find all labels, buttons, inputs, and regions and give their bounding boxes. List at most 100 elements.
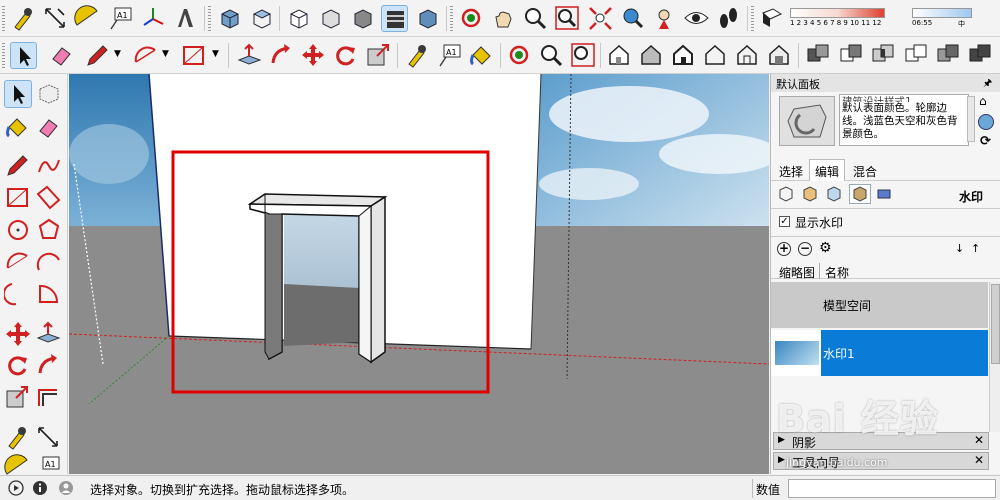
tape-measure-icon[interactable] (404, 42, 431, 69)
style-update-icon[interactable] (978, 114, 994, 130)
protractor-icon[interactable] (74, 5, 101, 32)
push-pull-icon[interactable] (236, 42, 263, 69)
zoom-icon[interactable] (538, 42, 565, 69)
two-point-arc-icon[interactable] (35, 248, 63, 276)
watermark-settings-gear-icon[interactable]: ⚙ (819, 240, 832, 256)
push-pull-icon[interactable] (35, 320, 63, 348)
rectangle-icon[interactable] (4, 184, 32, 212)
top-view-icon[interactable] (248, 5, 275, 32)
move-down-icon[interactable]: ↓ (955, 242, 964, 255)
watermark-row-model-space[interactable]: 模型空间 (771, 282, 988, 328)
previous-view-icon[interactable] (619, 5, 646, 32)
close-icon[interactable]: ✕ (974, 433, 984, 447)
paint-bucket-icon[interactable] (468, 42, 495, 69)
toolbar-grip[interactable] (2, 6, 5, 31)
position-camera-icon[interactable] (651, 5, 678, 32)
house-top-icon[interactable] (638, 42, 665, 69)
house-outline-icon[interactable] (702, 42, 729, 69)
zoom-window-icon[interactable] (554, 5, 581, 32)
modeling-settings-icon[interactable] (875, 185, 893, 203)
look-around-icon[interactable] (683, 5, 710, 32)
left-view-icon[interactable] (381, 5, 408, 32)
house-section-icon[interactable] (766, 42, 793, 69)
rotate-icon[interactable] (332, 42, 359, 69)
back-view-icon[interactable] (349, 5, 376, 32)
select-icon[interactable] (4, 80, 32, 108)
circle-icon[interactable] (4, 216, 32, 244)
solid-subtract-icon[interactable] (838, 42, 865, 69)
description-scrollbar[interactable] (967, 96, 975, 142)
toolbar-grip[interactable] (2, 43, 5, 68)
select-icon[interactable] (10, 42, 37, 69)
solid-union-icon[interactable] (805, 42, 832, 69)
home-icon[interactable]: ⌂ (979, 94, 987, 108)
eraser-icon[interactable] (48, 42, 75, 69)
scale-icon[interactable] (365, 42, 392, 69)
solid-split-icon[interactable] (935, 42, 962, 69)
move-icon[interactable] (300, 42, 327, 69)
user-account-icon[interactable] (58, 480, 74, 496)
chevron-down-icon[interactable]: ▼ (212, 49, 219, 59)
background-settings-icon[interactable] (825, 185, 843, 203)
watermark-row-1[interactable]: 水印1 (771, 330, 988, 376)
pin-icon[interactable]: 🖈 (983, 76, 992, 93)
follow-me-icon[interactable] (268, 42, 295, 69)
close-icon[interactable]: ✕ (974, 453, 984, 467)
rotated-rectangle-icon[interactable] (35, 184, 63, 212)
bottom-view-icon[interactable] (414, 5, 441, 32)
refresh-icon[interactable]: ⟳ (980, 134, 991, 149)
solid-intersect-icon[interactable] (870, 42, 897, 69)
watermark-settings-icon[interactable] (851, 185, 869, 203)
text-icon[interactable]: A1 (436, 42, 463, 69)
eraser-icon[interactable] (35, 114, 63, 142)
pie-icon[interactable] (35, 280, 63, 308)
geolocation-icon[interactable] (8, 480, 24, 496)
measurement-input[interactable] (788, 479, 996, 498)
pencil-icon[interactable] (84, 42, 111, 69)
arc-icon[interactable] (4, 248, 32, 276)
right-view-icon[interactable] (317, 5, 344, 32)
shadow-time-slider[interactable] (912, 8, 972, 18)
rectangle-icon[interactable] (180, 42, 207, 69)
move-icon[interactable] (4, 320, 32, 348)
tape-measure-icon[interactable] (4, 424, 32, 452)
house-iso-icon[interactable] (606, 42, 633, 69)
house-back-icon[interactable] (734, 42, 761, 69)
pencil-icon[interactable] (4, 152, 32, 180)
orbit-icon[interactable] (506, 42, 533, 69)
zoom-icon[interactable] (522, 5, 549, 32)
make-component-icon[interactable] (35, 80, 63, 108)
offset-icon[interactable] (35, 384, 63, 412)
tape-measure-icon[interactable] (10, 5, 37, 32)
dimension-icon[interactable] (42, 5, 69, 32)
3d-text-icon[interactable] (172, 5, 199, 32)
orbit-icon[interactable] (458, 5, 485, 32)
tab-select[interactable]: 选择 (779, 163, 803, 180)
house-front-icon[interactable] (670, 42, 697, 69)
solid-trim-icon[interactable] (903, 42, 930, 69)
move-up-icon[interactable]: ↑ (971, 242, 980, 255)
polygon-icon[interactable] (35, 216, 63, 244)
rotate-icon[interactable] (4, 352, 32, 380)
watermark-list-scrollbar[interactable] (989, 282, 1000, 432)
add-watermark-icon[interactable]: + (777, 242, 791, 256)
chevron-down-icon[interactable]: ▼ (162, 49, 169, 59)
tab-edit[interactable]: 编辑 (815, 163, 839, 180)
axes-icon[interactable] (140, 5, 167, 32)
edge-settings-icon[interactable] (777, 185, 795, 203)
dimension-icon[interactable] (35, 424, 63, 452)
model-viewport[interactable] (69, 74, 769, 474)
pan-icon[interactable] (490, 5, 517, 32)
iso-view-icon[interactable] (216, 5, 243, 32)
solid-outer-shell-icon[interactable] (967, 42, 994, 69)
scale-icon[interactable] (4, 384, 32, 412)
show-watermark-checkbox[interactable]: ✓ (779, 216, 790, 227)
shadow-month-slider[interactable] (790, 8, 885, 18)
front-view-icon[interactable] (285, 5, 312, 32)
follow-me-icon[interactable] (35, 352, 63, 380)
arc-icon[interactable] (132, 42, 159, 69)
info-icon[interactable] (32, 480, 48, 496)
freehand-icon[interactable] (35, 152, 63, 180)
shadows-toggle-icon[interactable] (758, 5, 785, 32)
paint-bucket-icon[interactable] (4, 114, 32, 142)
